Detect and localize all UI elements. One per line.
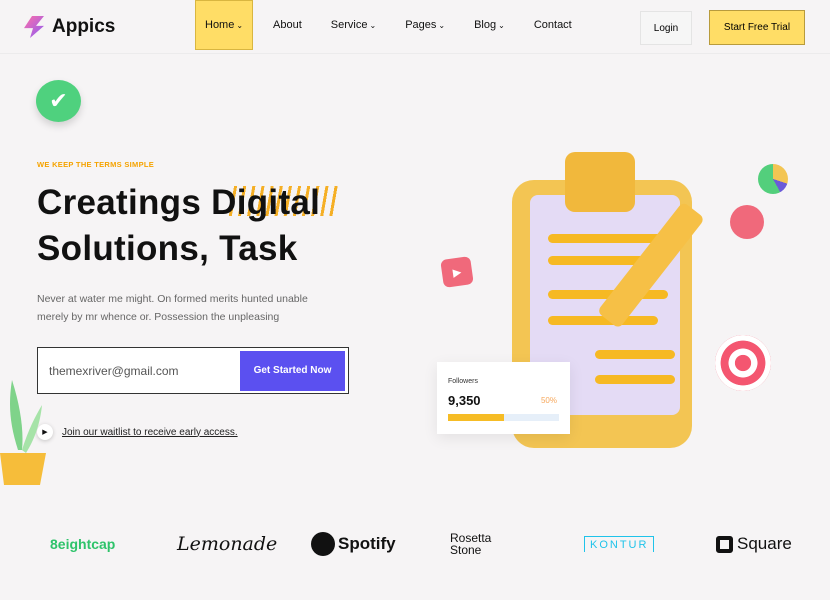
logo-icon xyxy=(24,16,44,38)
menu-service[interactable]: Service ⌄ xyxy=(322,0,385,50)
followers-count: 9,350 xyxy=(448,393,481,408)
email-input[interactable] xyxy=(38,363,240,378)
menu-label: Blog xyxy=(474,19,497,31)
menu-label: Contact xyxy=(533,19,572,31)
pencil-eraser xyxy=(730,205,764,239)
brand-label: Spotify xyxy=(338,534,396,553)
start-free-trial-button[interactable]: Start Free Trial xyxy=(709,10,805,45)
chevron-down-icon: ⌄ xyxy=(498,20,505,30)
spotify-icon xyxy=(311,532,335,556)
followers-label: Followers xyxy=(448,378,478,385)
brand-name: Appics xyxy=(52,16,116,37)
followers-percent: 50% xyxy=(540,396,557,405)
followers-progress xyxy=(448,414,559,421)
hero-eyebrow: WE KEEP THE TERMS SIMPLE xyxy=(37,160,155,169)
navbar: Appics Home ⌄ About Service ⌄ Pages ⌄ Blog ⌄… xyxy=(0,0,830,54)
title-line-2: Solutions, Task xyxy=(37,229,298,268)
followers-card: Followers 9,350 50% xyxy=(437,362,570,434)
video-play-icon: ▶ xyxy=(440,256,474,288)
menu-label: Service xyxy=(330,19,368,31)
brand-label: Square xyxy=(737,534,792,553)
paper-line xyxy=(595,350,675,359)
pie-chart-icon xyxy=(758,164,788,194)
menu-home[interactable]: Home ⌄ xyxy=(195,0,254,50)
hero-description: Never at water me might. On formed merit… xyxy=(37,293,308,323)
title-line-1: Creatings Digital xyxy=(37,183,321,222)
chevron-down-icon: ⌄ xyxy=(438,20,446,30)
menu-blog[interactable]: Blog ⌄ xyxy=(465,0,514,50)
brand-spotify: Spotify xyxy=(311,530,396,558)
brand-rosetta-stone: Rosetta Stone xyxy=(450,531,492,557)
brand-kontur: KONTUR xyxy=(584,536,655,552)
check-badge-icon: ✔ xyxy=(36,80,81,122)
signup-form: Get Started Now xyxy=(37,347,349,394)
menu-about[interactable]: About xyxy=(264,0,311,50)
progress-fill xyxy=(448,414,504,421)
get-started-button[interactable]: Get Started Now xyxy=(240,350,345,391)
plant-illustration xyxy=(0,380,46,485)
brand-eightcap: 8eightcap xyxy=(50,536,116,552)
brand-square: Square xyxy=(716,530,792,558)
waitlist-row: ▶ Join our waitlist to receive early acc… xyxy=(37,424,238,440)
menu-label: Pages xyxy=(405,19,437,31)
waitlist-link[interactable]: Join our waitlist to receive early acces… xyxy=(62,427,238,438)
menu-label: About xyxy=(273,19,302,31)
login-button[interactable]: Login xyxy=(640,11,692,45)
clipboard-clip xyxy=(565,152,635,212)
menu-contact[interactable]: Contact xyxy=(525,0,581,50)
square-icon xyxy=(716,535,733,553)
menu-label: Home xyxy=(205,19,235,31)
paper-line xyxy=(595,375,675,384)
brand-lemonade: Lemonade xyxy=(177,533,278,555)
main-menu: Home ⌄ About Service ⌄ Pages ⌄ Blog ⌄ Contac… xyxy=(195,0,592,50)
chevron-down-icon: ⌄ xyxy=(236,20,244,30)
chevron-down-icon: ⌄ xyxy=(369,20,377,30)
hero-title: Creatings Digital Solutions, Task xyxy=(37,180,320,272)
logo[interactable]: Appics xyxy=(24,16,115,38)
menu-pages[interactable]: Pages ⌄ xyxy=(396,0,454,50)
target-icon xyxy=(715,335,771,391)
